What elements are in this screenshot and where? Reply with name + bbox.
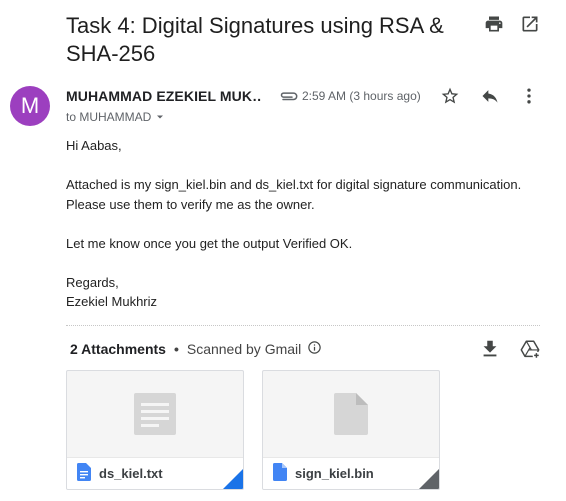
- email-timestamp: 2:59 AM (3 hours ago): [302, 89, 421, 103]
- star-icon[interactable]: [440, 86, 460, 106]
- recipient-details-toggle[interactable]: to MUHAMMAD: [66, 110, 165, 124]
- avatar-initial: M: [20, 93, 40, 118]
- email-subject: Task 4: Digital Signatures using RSA & S…: [66, 13, 444, 66]
- attachments-count: 2 Attachments: [70, 341, 166, 357]
- recipient-label: to MUHAMMAD: [66, 110, 152, 124]
- file-corner-fold: [419, 469, 439, 489]
- body-line: Please use them to verify me as the owne…: [66, 196, 315, 212]
- separator-dot: •: [173, 341, 179, 357]
- open-in-new-icon[interactable]: [520, 14, 540, 34]
- paperclip-icon: [278, 88, 298, 102]
- file-preview-icon: [263, 371, 439, 457]
- body-line: Hi Aabas,: [66, 138, 122, 153]
- reply-icon[interactable]: [480, 86, 500, 106]
- document-preview-icon: [67, 371, 243, 457]
- text-file-icon: [77, 463, 91, 481]
- add-to-drive-icon[interactable]: [519, 338, 541, 360]
- body-line: Ezekiel Mukhriz: [66, 294, 158, 309]
- attachment-filename: ds_kiel.txt: [99, 466, 163, 481]
- file-corner-fold: [223, 469, 243, 489]
- avatar[interactable]: M: [10, 86, 50, 126]
- more-vert-icon[interactable]: [519, 86, 539, 106]
- chevron-down-icon: [157, 115, 164, 119]
- body-line: Attached is my sign_kiel.bin and ds_kiel…: [66, 177, 522, 192]
- print-icon[interactable]: [484, 14, 504, 34]
- download-all-icon[interactable]: [479, 338, 501, 360]
- body-line: Regards,: [66, 274, 119, 290]
- sender-name[interactable]: MUHAMMAD EZEKIEL MUK…: [66, 88, 262, 104]
- email-body: Hi Aabas, Attached is my sign_kiel.bin a…: [66, 136, 536, 312]
- attachment-card-txt[interactable]: ds_kiel.txt: [66, 370, 244, 490]
- info-icon[interactable]: [307, 340, 322, 358]
- attachment-card-bin[interactable]: sign_kiel.bin: [262, 370, 440, 490]
- attachments-divider: [66, 325, 540, 326]
- attachments-header: 2 Attachments • Scanned by Gmail: [70, 340, 322, 358]
- body-line: Let me know once you get the output Veri…: [66, 235, 353, 251]
- scanned-label: Scanned by Gmail: [186, 341, 302, 357]
- attachment-filename: sign_kiel.bin: [295, 466, 374, 481]
- file-icon: [273, 463, 287, 481]
